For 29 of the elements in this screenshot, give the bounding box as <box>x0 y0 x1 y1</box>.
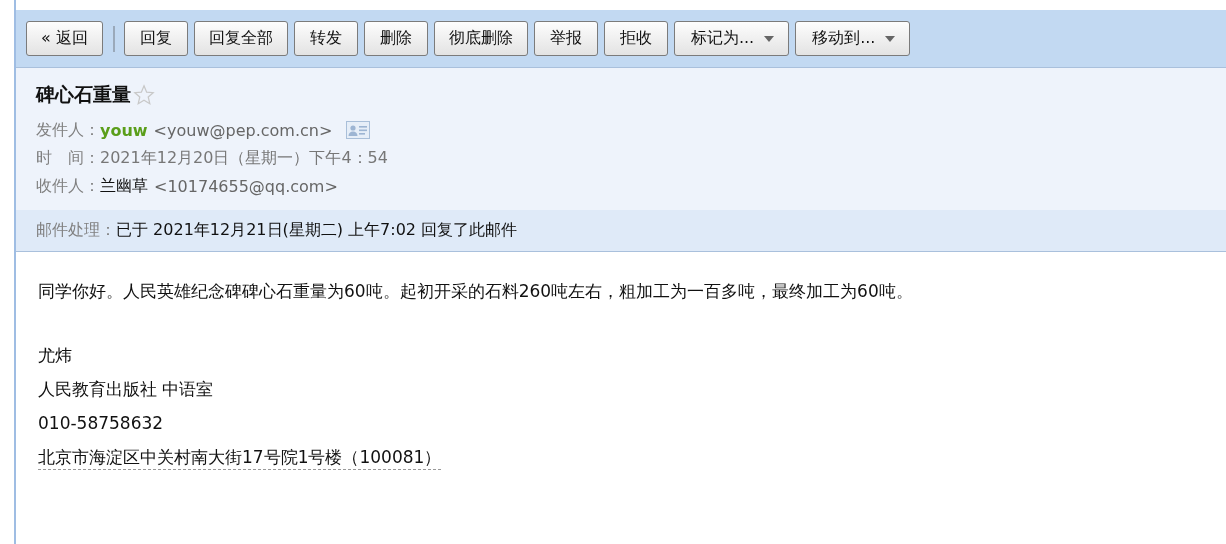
field-label: 发件人： <box>36 119 100 141</box>
contact-card-icon[interactable] <box>346 121 371 139</box>
signature-line: 010-58758632 <box>38 412 164 435</box>
signature-line: 人民教育出版社 中语室 <box>38 378 214 401</box>
field-label: 收件人： <box>36 175 100 197</box>
toolbar-button[interactable]: 转发 <box>293 21 358 56</box>
star-icon[interactable] <box>133 84 155 106</box>
field-value: 2021年12月20日（星期一）下午4：54 <box>100 147 388 169</box>
contact-name[interactable]: 兰幽草 <box>100 175 148 197</box>
field-label: 时 间： <box>36 147 100 169</box>
toolbar-button[interactable]: 彻底删除 <box>433 21 528 56</box>
caret-icon <box>885 35 896 42</box>
mail-body-text: 同学你好。人民英雄纪念碑碑心石重量为60吨。起初开采的石料260吨左右，粗加工为一百多吨，最终加工为60吨。 <box>38 280 914 303</box>
caret-icon <box>764 35 775 42</box>
mail-subject: 碑心石重量 <box>36 82 131 107</box>
address-link[interactable]: 北京市海淀区中关村南大街17号院1号楼（100081） <box>38 445 442 470</box>
toolbar-button[interactable]: « 返回 <box>26 21 103 56</box>
toolbar-button[interactable]: 举报 <box>533 21 598 56</box>
signature-line: 尤炜 <box>38 344 72 367</box>
processing-status: 已于 2021年12月21日(星期二) 上午7:02 回复了此邮件 <box>116 220 518 241</box>
toolbar-button[interactable]: 回复 <box>123 21 188 56</box>
toolbar-button[interactable]: 移动到... <box>795 21 911 56</box>
toolbar-button[interactable]: 回复全部 <box>193 21 288 56</box>
toolbar-button[interactable]: 标记为... <box>673 21 790 56</box>
toolbar-button[interactable]: 删除 <box>363 21 428 56</box>
field-label: 邮件处理： <box>36 220 116 241</box>
toolbar-button[interactable]: 拒收 <box>603 21 668 56</box>
field-value: <10174655@qq.com> <box>154 176 338 196</box>
field-value: <youw@pep.com.cn> <box>153 120 333 140</box>
